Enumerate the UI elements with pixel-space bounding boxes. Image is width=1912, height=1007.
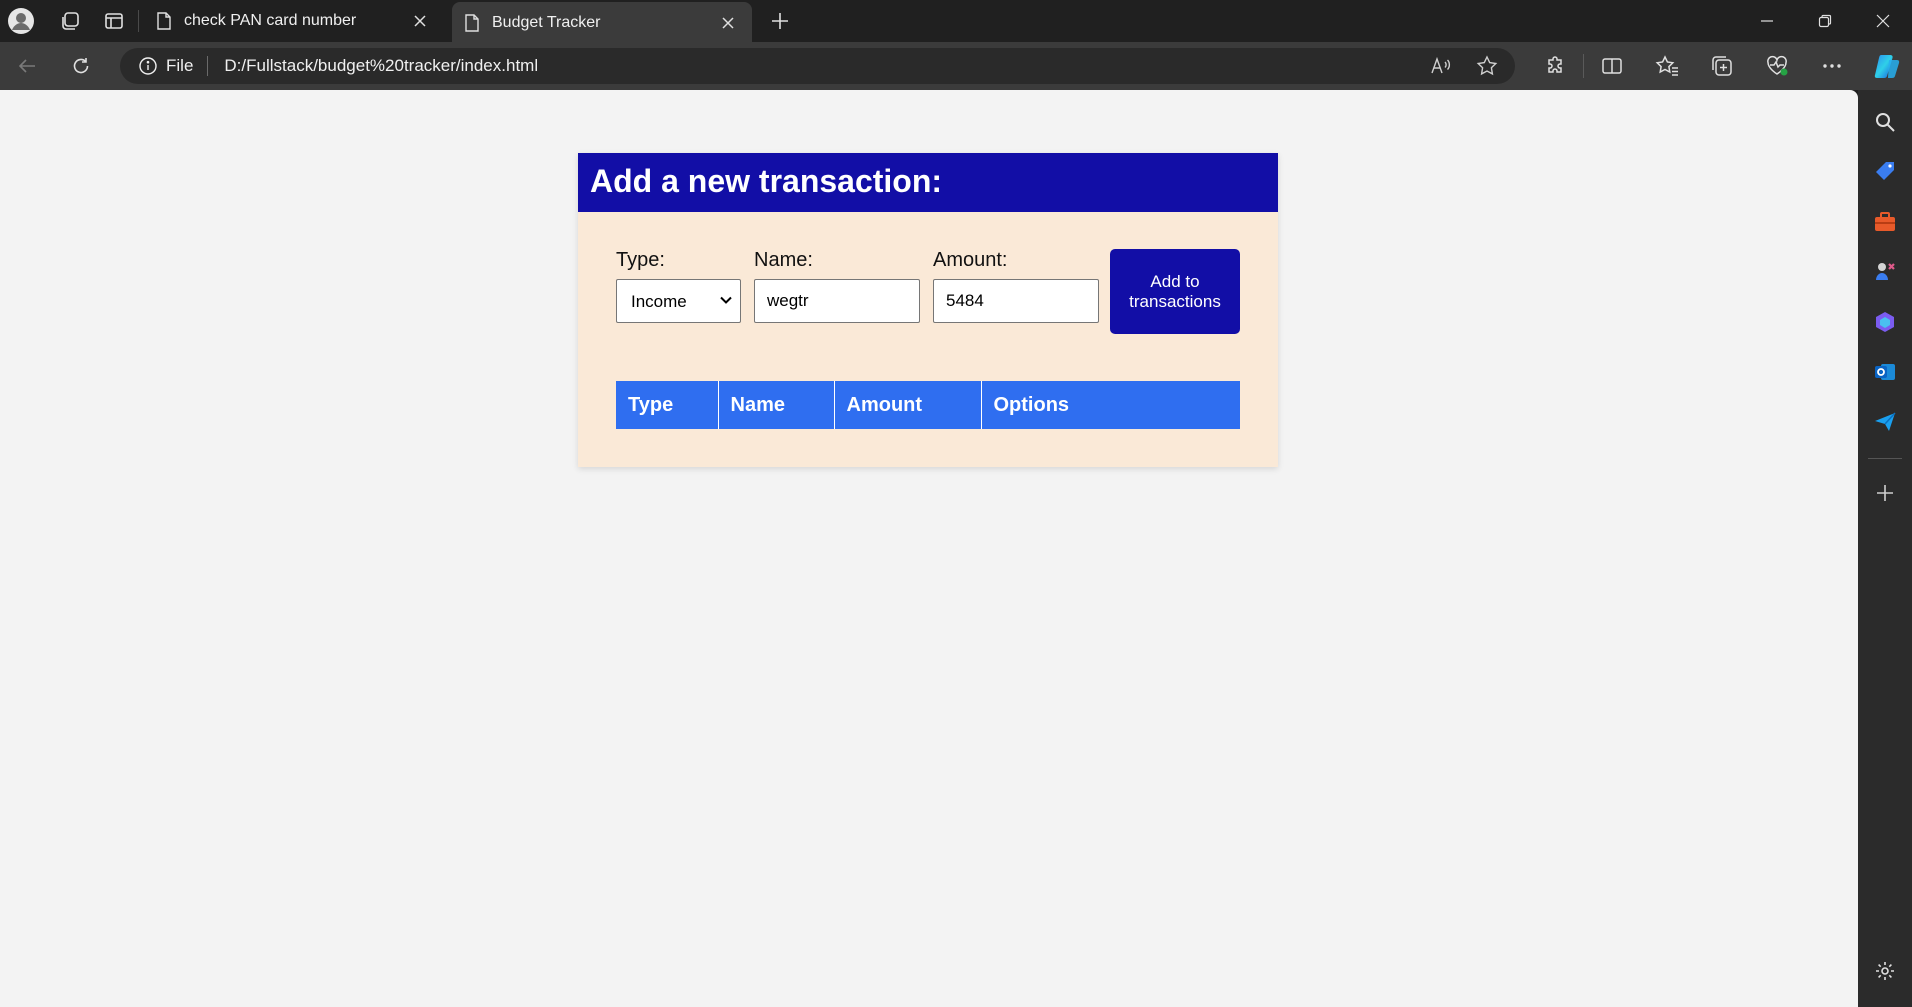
type-label: Type: [616,249,665,271]
more-menu-icon[interactable] [1804,42,1859,90]
close-window-icon[interactable] [1854,0,1912,42]
split-screen-icon[interactable] [1584,42,1639,90]
send-icon[interactable] [1865,402,1905,442]
type-select-wrapper: Income [616,279,741,323]
url-text[interactable]: D:/Fullstack/budget%20tracker/index.html [208,56,538,76]
type-select[interactable]: Income [616,279,741,323]
extensions-icon[interactable] [1528,42,1583,90]
transaction-card: Add a new transaction: Type: Income Name… [578,153,1278,467]
amount-input[interactable] [933,279,1099,323]
tab-title: Budget Tracker [492,14,601,31]
favorites-icon[interactable] [1639,42,1694,90]
shopping-tag-icon[interactable] [1865,152,1905,192]
site-info-button[interactable]: File [138,56,209,76]
column-header-name: Name [718,381,835,429]
tools-icon[interactable] [1865,202,1905,242]
column-header-options: Options [981,381,1240,429]
refresh-icon[interactable] [59,46,103,86]
close-icon[interactable] [718,13,738,33]
copilot-sidebar-icon[interactable] [1865,302,1905,342]
browser-toolbar: File D:/Fullstack/budget%20tracker/index… [0,42,1912,90]
minimize-icon[interactable] [1738,0,1796,42]
toolbar-right [1528,42,1912,90]
back-icon[interactable] [5,46,49,86]
add-icon[interactable] [1865,473,1905,513]
info-icon [139,57,157,75]
tab-actions-icon[interactable] [94,0,134,42]
page-viewport: Add a new transaction: Type: Income Name… [0,90,1858,1007]
tab-check-pan[interactable]: check PAN card number [138,0,444,42]
page-icon [464,14,480,32]
games-icon[interactable] [1865,252,1905,292]
name-field: Name: [754,249,920,323]
page-title: Add a new transaction: [578,153,1278,212]
search-icon[interactable] [1865,102,1905,142]
name-label: Name: [754,249,813,271]
transactions-table: Type Name Amount Options [616,381,1240,429]
transaction-form: Type: Income Name: Amount: [616,249,1112,323]
settings-gear-icon[interactable] [1865,951,1905,991]
new-tab-button[interactable] [760,0,800,42]
add-to-transactions-button[interactable]: Add to transactions [1110,249,1240,334]
name-input[interactable] [754,279,920,323]
window-controls [1738,0,1912,42]
close-icon[interactable] [410,11,430,31]
copilot-icon[interactable] [1859,42,1912,90]
tab-title: check PAN card number [184,12,357,29]
collections-icon[interactable] [1694,42,1749,90]
restore-icon[interactable] [1796,0,1854,42]
column-header-amount: Amount [834,381,982,429]
edge-sidebar [1858,90,1912,1007]
sidebar-divider [1868,458,1902,459]
amount-label: Amount: [933,249,1008,271]
scheme-label: File [166,56,194,75]
page-icon [156,12,172,30]
amount-field: Amount: [933,249,1099,323]
browser-tab-bar: check PAN card number Budget Tracker [0,0,1912,44]
read-aloud-icon[interactable] [1423,50,1459,82]
type-field: Type: Income [616,249,741,323]
tab-budget-tracker[interactable]: Budget Tracker [452,2,752,44]
workspaces-icon[interactable] [50,0,90,42]
column-header-type: Type [616,381,719,429]
outlook-icon[interactable] [1865,352,1905,392]
favorite-star-icon[interactable] [1469,50,1505,82]
browser-essentials-icon[interactable] [1749,42,1804,90]
profile-avatar[interactable] [0,0,42,42]
address-bar[interactable]: File D:/Fullstack/budget%20tracker/index… [120,48,1515,84]
table-header-row: Type Name Amount Options [616,381,1240,429]
address-bar-actions [1423,48,1505,84]
